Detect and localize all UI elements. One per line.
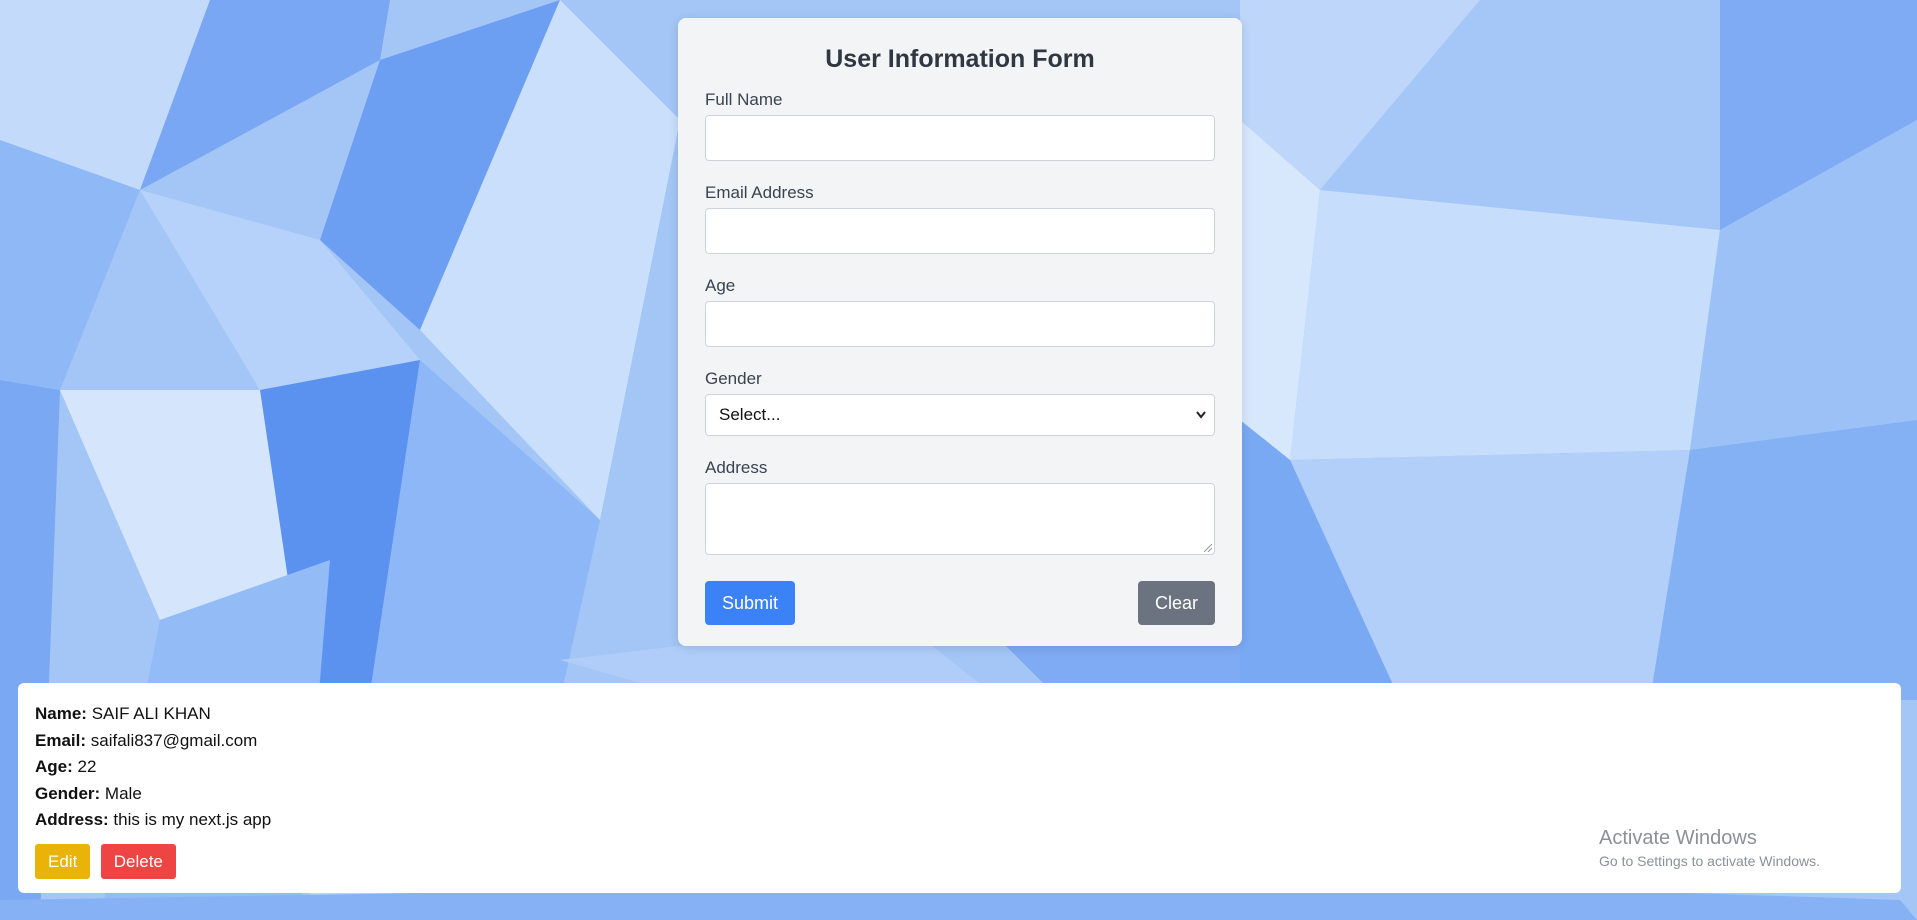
user-form-card: User Information Form Full Name Email Ad… bbox=[678, 18, 1242, 646]
entry-address-value: this is my next.js app bbox=[113, 810, 272, 829]
email-label: Email Address bbox=[705, 183, 814, 202]
entry-address-label: Address: bbox=[35, 810, 109, 829]
entry-age-label: Age: bbox=[35, 757, 73, 776]
address-label: Address bbox=[705, 458, 768, 477]
delete-button[interactable]: Delete bbox=[100, 843, 176, 879]
entry-age-value: 22 bbox=[77, 757, 97, 776]
entry-gender-line: Gender: Male bbox=[35, 781, 1884, 808]
gender-select-value: Select... bbox=[719, 405, 781, 424]
entry-name-label: Name: bbox=[35, 704, 87, 723]
entry-email-value: saifali837@gmail.com bbox=[90, 730, 258, 750]
form-title: User Information Form bbox=[825, 45, 1095, 73]
chevron-down-icon bbox=[1196, 411, 1206, 419]
age-input[interactable] bbox=[705, 301, 1215, 347]
gender-label: Gender bbox=[705, 369, 762, 388]
email-field-group: Email Address bbox=[705, 183, 1215, 254]
entry-email-line: Email: saifali837@gmail.com bbox=[35, 728, 1884, 755]
resize-grip-icon[interactable] bbox=[1204, 544, 1212, 552]
entry-age-line: Age: 22 bbox=[35, 754, 1884, 781]
entry-gender-label: Gender: bbox=[35, 783, 101, 803]
age-field-group: Age bbox=[705, 276, 1215, 347]
form-buttons: Submit Clear bbox=[705, 581, 1215, 625]
age-label: Age bbox=[705, 276, 736, 295]
submit-button[interactable]: Submit bbox=[705, 581, 796, 625]
gender-field-group: Gender Select... bbox=[705, 369, 1215, 436]
entry-name-value: SAIF ALI KHAN bbox=[91, 704, 211, 723]
full-name-input[interactable] bbox=[705, 115, 1215, 161]
watermark-title: Activate Windows bbox=[1599, 827, 1757, 849]
address-textarea[interactable] bbox=[705, 483, 1215, 555]
entry-email-label: Email: bbox=[35, 730, 87, 750]
full-name-field-group: Full Name bbox=[705, 90, 1215, 161]
full-name-label: Full Name bbox=[705, 90, 783, 109]
activate-windows-watermark: Activate Windows Go to Settings to activ… bbox=[1599, 826, 1820, 870]
email-input[interactable] bbox=[705, 208, 1215, 254]
entry-gender-value: Male bbox=[104, 783, 142, 803]
watermark-subtitle: Go to Settings to activate Windows. bbox=[1599, 853, 1820, 869]
clear-button[interactable]: Clear bbox=[1137, 581, 1215, 625]
entry-name-line: Name: SAIF ALI KHAN bbox=[35, 701, 1884, 728]
gender-select[interactable]: Select... bbox=[705, 394, 1215, 436]
address-field-group: Address bbox=[705, 458, 1215, 555]
edit-button[interactable]: Edit bbox=[35, 843, 91, 879]
